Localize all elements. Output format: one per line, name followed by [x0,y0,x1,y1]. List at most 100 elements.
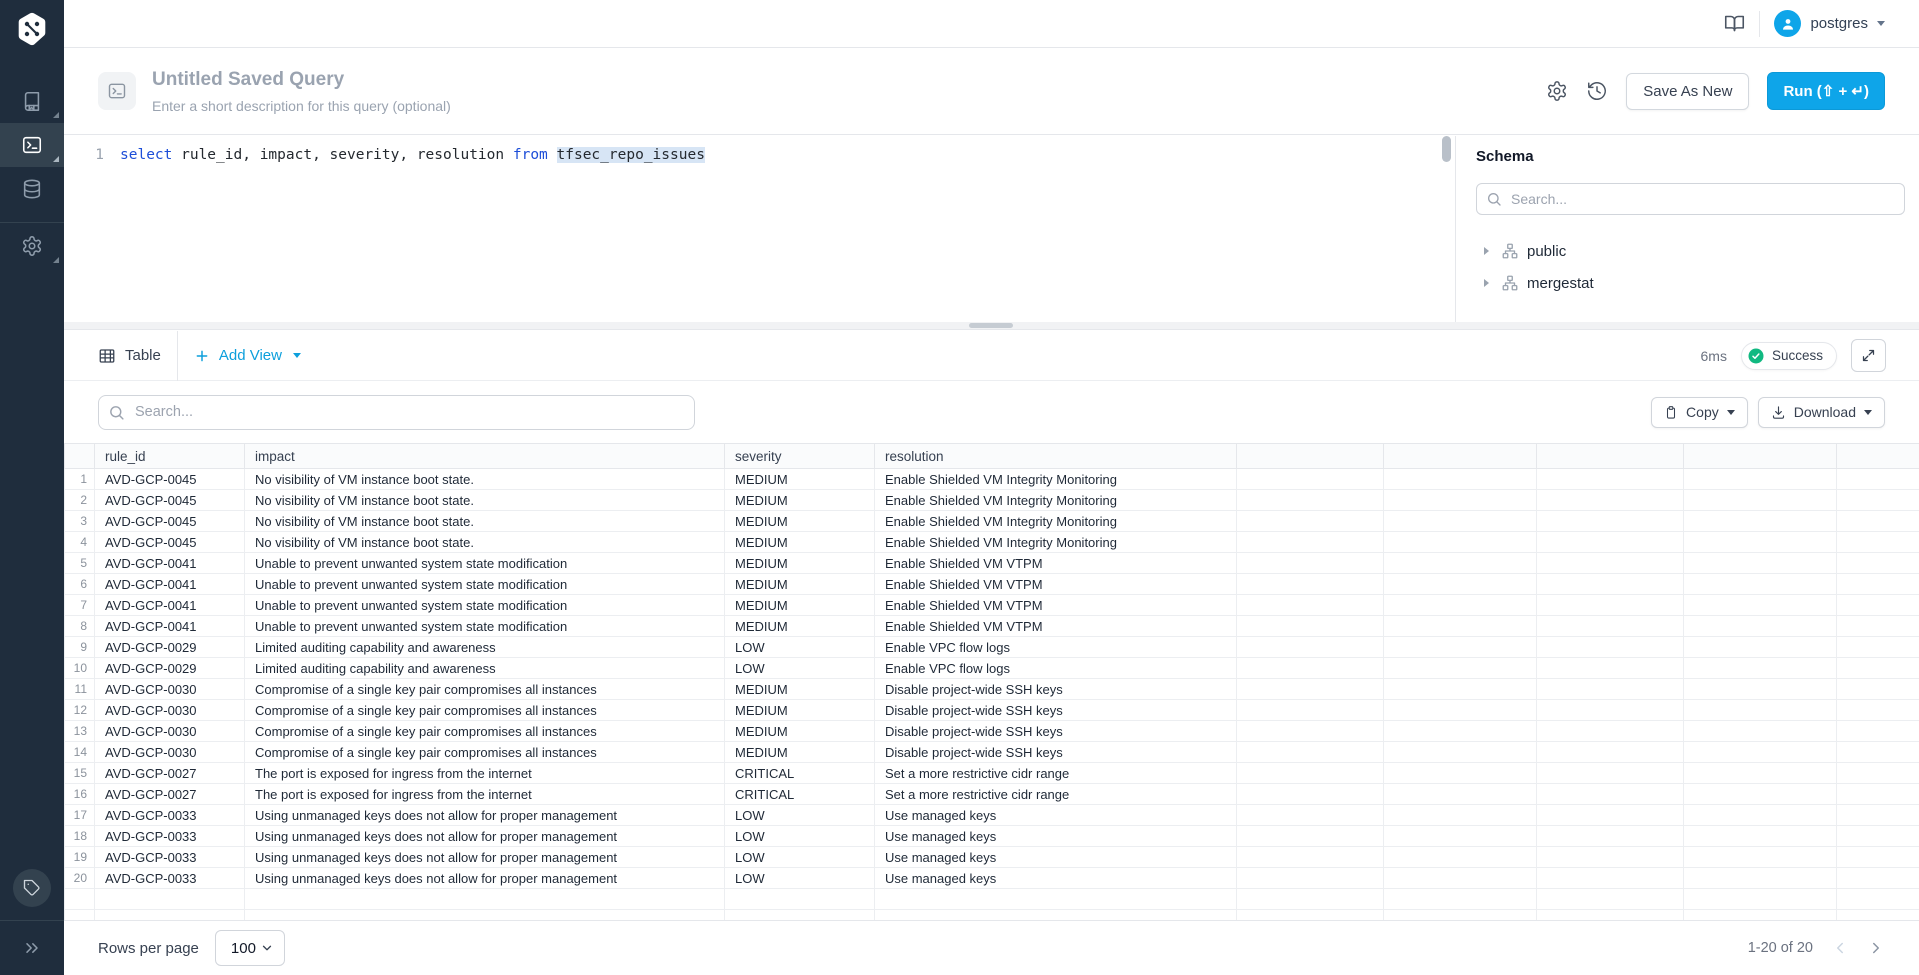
cell-empty [1684,889,1837,910]
cell-empty [1684,868,1837,889]
cell: AVD-GCP-0045 [95,490,245,511]
cell-empty [1684,469,1837,490]
cell-empty [1237,658,1384,679]
schema-tree-item-mergestat[interactable]: mergestat [1476,267,1904,299]
cell-empty [1537,553,1684,574]
cell: AVD-GCP-0041 [95,616,245,637]
tab-table-label: Table [125,347,161,364]
run-button[interactable]: Run (⇧ + ↵) [1767,72,1885,110]
row-number: 4 [65,532,95,553]
chevron-right-icon [1484,279,1489,287]
row-number: 12 [65,700,95,721]
sql-editor[interactable]: 1 select rule_id, impact, severity, reso… [64,136,1455,322]
copy-button[interactable]: Copy [1651,397,1748,428]
cell-empty [1384,847,1537,868]
cell-empty [245,910,725,921]
tab-table[interactable]: Table [98,347,161,365]
docs-book-icon[interactable] [1724,13,1745,34]
column-header: resolution [875,444,1237,469]
cell-empty [1837,511,1919,532]
sidebar-collapse-button[interactable] [0,926,64,970]
panel-resize-handle[interactable] [64,322,1919,330]
expand-icon [1861,348,1876,363]
results-table-body: 1AVD-GCP-0045No visibility of VM instanc… [65,469,1919,921]
row-number: 19 [65,847,95,868]
cell: Enable Shielded VM VTPM [875,616,1237,637]
rows-per-page-select[interactable]: 100 [215,930,285,966]
cell-empty [1537,700,1684,721]
cell-empty [1537,658,1684,679]
clipboard-icon [1664,405,1678,420]
table-row: 12AVD-GCP-0030Compromise of a single key… [65,700,1919,721]
column-header-empty [1537,444,1684,469]
sidebar-item-repos[interactable] [0,79,64,123]
cell-empty [1537,889,1684,910]
schema-search-input[interactable] [1476,183,1905,215]
cell: Using unmanaged keys does not allow for … [245,847,725,868]
sidebar-item-tags[interactable] [0,866,64,910]
row-number: 20 [65,868,95,889]
cell-empty [1237,784,1384,805]
query-description[interactable]: Enter a short description for this query… [152,98,1530,114]
table-row: 14AVD-GCP-0030Compromise of a single key… [65,742,1919,763]
schema-tree-label: public [1527,243,1566,260]
resize-grip[interactable] [969,323,1013,328]
avatar [1774,10,1801,37]
cell: Unable to prevent unwanted system state … [245,553,725,574]
cell: Enable VPC flow logs [875,637,1237,658]
table-row: 4AVD-GCP-0045No visibility of VM instanc… [65,532,1919,553]
row-number: 7 [65,595,95,616]
results-search-input[interactable] [98,395,695,430]
query-duration: 6ms [1701,348,1727,364]
row-number: 1 [65,469,95,490]
cell: Disable project-wide SSH keys [875,721,1237,742]
row-number: 18 [65,826,95,847]
status-label: Success [1772,348,1823,363]
cell-empty [1537,490,1684,511]
editor-scrollbar[interactable] [1442,136,1451,162]
expand-results-button[interactable] [1851,339,1886,372]
history-icon[interactable] [1586,80,1608,102]
sidebar-item-queries[interactable] [0,123,64,167]
cell-empty [1837,742,1919,763]
cell-empty [1384,595,1537,616]
results-toolbar: Table Add View 6ms Success [64,331,1919,381]
pagination-range: 1-20 of 20 [1748,940,1813,956]
previous-page-button[interactable] [1831,939,1849,957]
cell: No visibility of VM instance boot state. [245,469,725,490]
cell-empty [95,889,245,910]
terminal-icon [21,134,43,156]
schema-tree-item-public[interactable]: public [1476,235,1904,267]
rows-per-page-label: Rows per page [98,940,199,957]
sidebar-item-settings[interactable] [0,224,64,268]
query-title[interactable]: Untitled Saved Query [152,69,1530,91]
cell-empty [1384,889,1537,910]
cell-empty [1384,721,1537,742]
table-row-empty [65,910,1919,921]
cell: Unable to prevent unwanted system state … [245,616,725,637]
add-view-button[interactable]: Add View [194,347,301,364]
cell-empty [1537,847,1684,868]
settings-gear-icon[interactable] [1546,80,1568,102]
table-row: 3AVD-GCP-0045No visibility of VM instanc… [65,511,1919,532]
chevron-right-icon [1484,247,1489,255]
search-icon [1486,191,1502,207]
results-panel: Table Add View 6ms Success [64,331,1919,975]
mergestat-logo-icon[interactable] [14,11,50,47]
next-page-button[interactable] [1867,939,1885,957]
save-as-new-button[interactable]: Save As New [1626,73,1749,110]
cell-empty [1684,511,1837,532]
column-header-empty [1384,444,1537,469]
cell: MEDIUM [725,721,875,742]
download-button[interactable]: Download [1758,397,1885,428]
cell: Enable Shielded VM VTPM [875,574,1237,595]
cell-empty [1684,595,1837,616]
table-row: 2AVD-GCP-0045No visibility of VM instanc… [65,490,1919,511]
cell-empty [1237,490,1384,511]
row-number: 3 [65,511,95,532]
sidebar-item-data[interactable] [0,167,64,211]
user-menu[interactable]: postgres [1774,10,1885,37]
table-row: 6AVD-GCP-0041Unable to prevent unwanted … [65,574,1919,595]
cell-empty [1684,805,1837,826]
schema-panel-title: Schema [1476,148,1904,165]
